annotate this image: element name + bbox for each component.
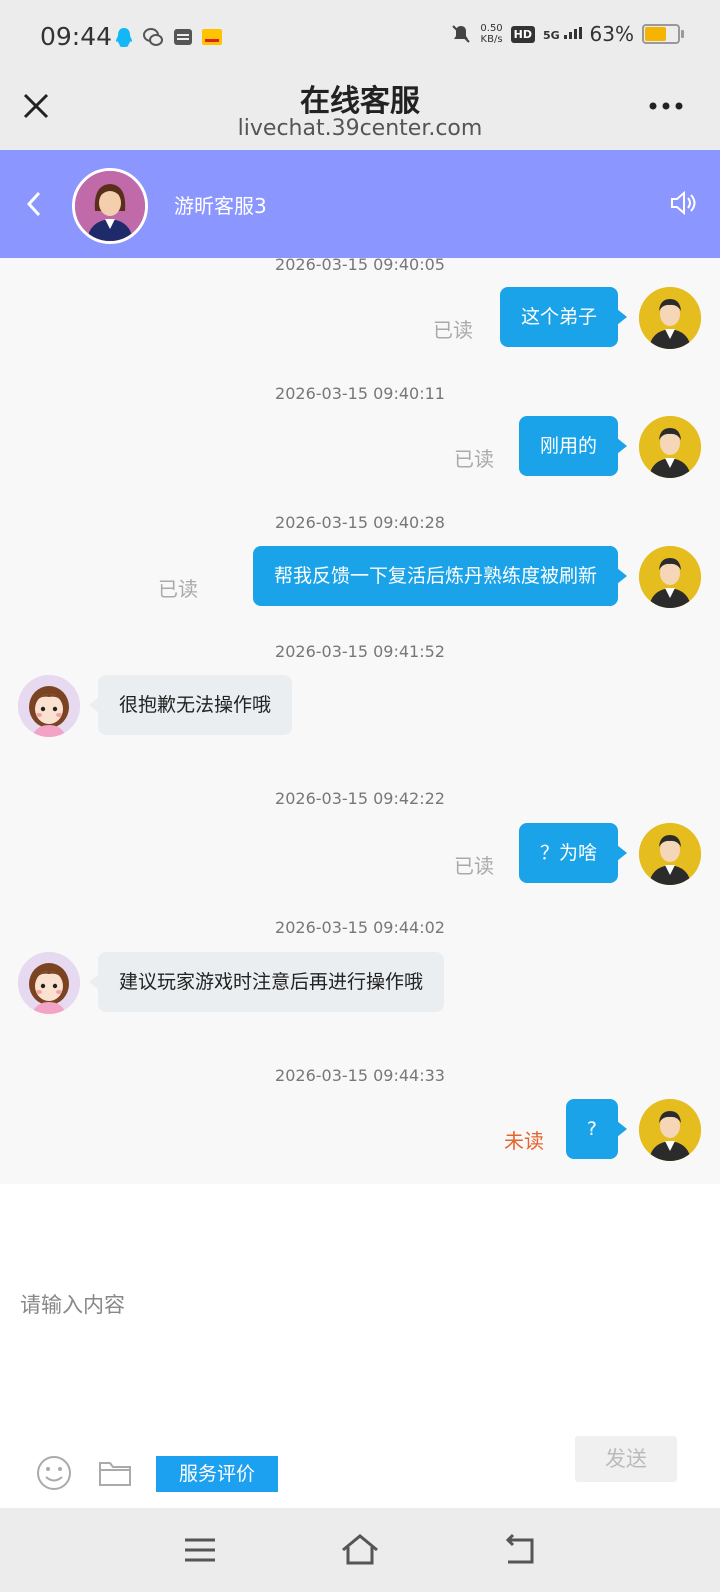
unread-status: 未读 <box>504 1129 544 1153</box>
read-status: 已读 <box>454 447 494 471</box>
status-right-group: 0.50 KB/s HD 5G 63% <box>450 22 684 46</box>
battery-icon <box>642 24 684 44</box>
mute-bell-icon <box>452 25 471 43</box>
outgoing-message-bubble[interactable]: ? <box>565 1099 628 1159</box>
message-timestamp: 2026-03-15 09:40:11 <box>275 384 445 403</box>
agent-avatar <box>72 168 148 244</box>
chat-header: 游昕客服3 <box>0 150 720 258</box>
message-timestamp: 2026-03-15 09:42:22 <box>275 789 445 808</box>
agent-portrait-icon <box>75 171 145 241</box>
net-speed: 0.50 KB/s <box>480 23 502 45</box>
emoji-icon[interactable] <box>35 1454 73 1492</box>
message-input[interactable] <box>18 1284 702 1326</box>
net-speed-unit: KB/s <box>480 34 503 45</box>
agent-name: 游昕客服3 <box>174 194 267 218</box>
user-portrait-icon <box>639 823 701 885</box>
agent-message-avatar <box>18 952 80 1014</box>
read-status: 已读 <box>454 854 494 878</box>
rate-service-button[interactable]: 服务评价 <box>156 1456 278 1492</box>
speaker-icon[interactable] <box>668 188 698 218</box>
user-avatar <box>639 416 701 478</box>
back-chevron-icon[interactable] <box>22 188 46 220</box>
wechat-icon <box>143 28 163 46</box>
user-avatar <box>639 287 701 349</box>
cartoon-girl-icon <box>18 952 80 1014</box>
message-list[interactable]: 2026-03-15 09:40:05 已读 这个弟子 2026-03-15 0… <box>0 258 720 1184</box>
signal-icon: 5G <box>543 27 582 41</box>
wallet-icon <box>174 29 192 45</box>
battery-percent: 63% <box>589 22 634 46</box>
menu-icon[interactable] <box>180 1532 220 1568</box>
back-nav-icon[interactable] <box>500 1532 540 1568</box>
cartoon-girl-icon <box>18 675 80 737</box>
system-nav-bar <box>0 1508 720 1592</box>
folder-icon[interactable] <box>98 1458 132 1488</box>
message-timestamp: 2026-03-15 09:44:33 <box>275 1066 445 1085</box>
outgoing-message-bubble[interactable]: ？为啥 <box>518 823 628 883</box>
home-icon[interactable] <box>340 1532 380 1568</box>
battery-fill <box>645 27 667 41</box>
read-status: 已读 <box>433 318 473 342</box>
browser-title-bar: 在线客服 livechat.39center.com <box>0 72 720 150</box>
user-portrait-icon <box>639 1099 701 1161</box>
user-portrait-icon <box>639 546 701 608</box>
agent-message-avatar <box>18 675 80 737</box>
incoming-message-bubble[interactable]: 很抱歉无法操作哦 <box>88 675 293 735</box>
page-url: livechat.39center.com <box>237 116 483 141</box>
signal-label: 5G <box>543 29 560 42</box>
outgoing-message-bubble[interactable]: 刚用的 <box>518 416 628 476</box>
message-timestamp: 2026-03-15 09:44:02 <box>275 918 445 937</box>
user-avatar <box>639 823 701 885</box>
signal-bars-icon <box>563 27 582 39</box>
outgoing-message-bubble[interactable]: 帮我反馈一下复活后炼丹熟练度被刷新 <box>252 546 628 606</box>
user-portrait-icon <box>639 287 701 349</box>
meituan-icon <box>202 29 222 45</box>
qq-icon <box>116 28 132 47</box>
net-speed-value: 0.50 <box>480 23 503 34</box>
user-portrait-icon <box>639 416 701 478</box>
message-timestamp: 2026-03-15 09:41:52 <box>275 642 445 661</box>
message-timestamp: 2026-03-15 09:40:05 <box>275 258 445 274</box>
page-title: 在线客服 <box>300 84 420 119</box>
user-avatar <box>639 1099 701 1161</box>
status-bar: 09:44 0.50 KB/s HD 5G 63% <box>0 0 720 72</box>
more-options-icon[interactable] <box>648 98 684 114</box>
send-button[interactable]: 发送 <box>575 1436 677 1482</box>
outgoing-message-bubble[interactable]: 这个弟子 <box>499 287 628 347</box>
status-time: 09:44 <box>40 22 113 51</box>
message-timestamp: 2026-03-15 09:40:28 <box>275 513 445 532</box>
read-status: 已读 <box>158 577 198 601</box>
hd-badge: HD <box>510 25 536 43</box>
incoming-message-bubble[interactable]: 建议玩家游戏时注意后再进行操作哦 <box>88 952 445 1012</box>
user-avatar <box>639 546 701 608</box>
composer: 服务评价 发送 <box>0 1184 720 1508</box>
